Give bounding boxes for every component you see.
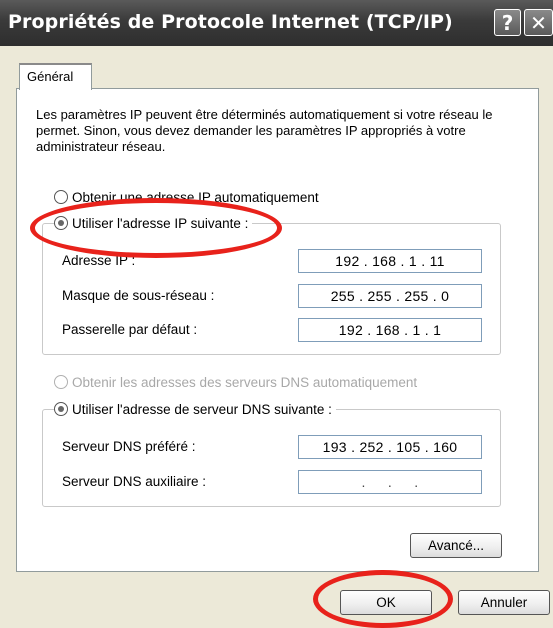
window-title: Propriétés de Protocole Internet (TCP/IP… [8,11,453,33]
close-button[interactable]: ✕ [524,9,553,36]
subnet-mask-field[interactable]: 255 . 255 . 255 . 0 [298,284,482,308]
preferred-dns-label: Serveur DNS préféré : [62,439,196,454]
default-gateway-label: Passerelle par défaut : [62,322,198,337]
default-gateway-field[interactable]: 192 . 168 . 1 . 1 [298,318,482,342]
cancel-button[interactable]: Annuler [458,590,550,615]
preferred-dns-field[interactable]: 193 . 252 . 105 . 160 [298,435,482,459]
close-icon: ✕ [530,11,547,35]
manual-dns-label: Utiliser l'adresse de serveur DNS suivan… [72,402,332,417]
help-button[interactable]: ? [494,9,521,36]
auto-dns-radio[interactable] [54,375,68,390]
help-icon: ? [501,11,514,35]
alternate-dns-label: Serveur DNS auxiliaire : [62,474,207,489]
manual-dns-radio[interactable] [54,402,68,417]
manual-dns-option[interactable]: Utiliser l'adresse de serveur DNS suivan… [54,401,336,419]
tab-general[interactable]: Général [19,63,92,90]
alternate-dns-field[interactable]: . . . [298,470,482,494]
ip-address-field[interactable]: 192 . 168 . 1 . 11 [298,249,482,273]
tcpip-properties-dialog: Propriétés de Protocole Internet (TCP/IP… [0,0,553,628]
highlight-ellipse-manual-ip [30,198,282,258]
highlight-ellipse-ok [313,570,453,628]
title-bar[interactable]: Propriétés de Protocole Internet (TCP/IP… [0,0,553,46]
description-text: Les paramètres IP peuvent être déterminé… [36,107,493,154]
auto-ip-radio[interactable] [54,190,68,205]
advanced-button[interactable]: Avancé... [410,533,502,558]
auto-dns-label: Obtenir les adresses des serveurs DNS au… [72,375,418,390]
auto-dns-option[interactable]: Obtenir les adresses des serveurs DNS au… [54,374,417,392]
subnet-mask-label: Masque de sous-réseau : [62,288,215,303]
